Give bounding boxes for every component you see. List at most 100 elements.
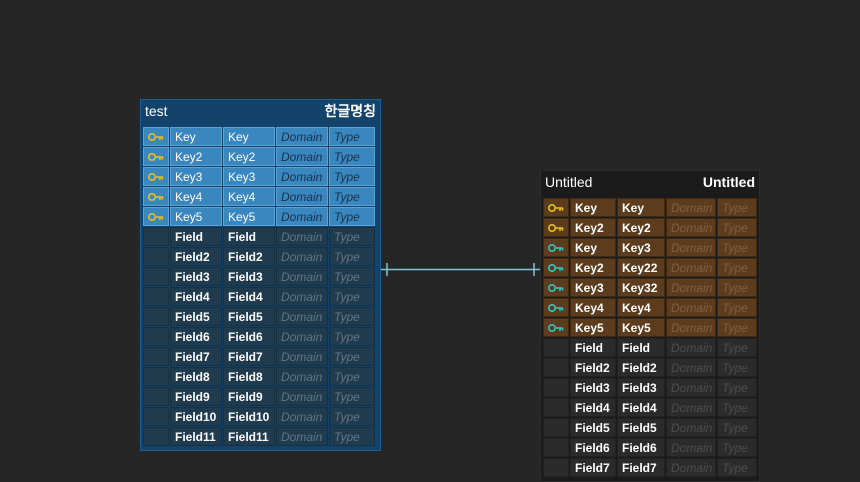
column-data-type[interactable]: Type	[329, 167, 375, 186]
column-data-type[interactable]: Type	[329, 247, 375, 266]
column-domain[interactable]: Domain	[276, 327, 328, 346]
column-domain[interactable]: Domain	[666, 398, 716, 417]
column-row[interactable]: Field8 Field8 Domain Type	[143, 367, 378, 387]
column-row[interactable]: Field2 Field2 Domain Type	[543, 358, 757, 378]
column-physical-name[interactable]: Field4	[223, 287, 275, 306]
column-row[interactable]: Field7 Field7 Domain Type	[543, 458, 757, 478]
column-physical-name[interactable]: Field5	[617, 418, 665, 437]
column-data-type[interactable]: Type	[329, 347, 375, 366]
column-physical-name[interactable]: Field3	[223, 267, 275, 286]
column-physical-name[interactable]: Key	[617, 198, 665, 217]
primary-key-row[interactable]: Key Key3 Domain Type	[543, 238, 757, 258]
table-header[interactable]: test 한글명칭	[141, 100, 380, 122]
column-data-type[interactable]: Type	[717, 418, 757, 437]
column-domain[interactable]: Domain	[666, 318, 716, 337]
column-physical-name[interactable]: Field4	[617, 398, 665, 417]
column-logical-name[interactable]: Field3	[570, 378, 616, 397]
column-logical-name[interactable]: Field8	[170, 367, 222, 386]
column-data-type[interactable]: Type	[329, 427, 375, 446]
column-physical-name[interactable]: Field	[617, 338, 665, 357]
column-logical-name[interactable]: Field6	[170, 327, 222, 346]
column-physical-name[interactable]: Key4	[617, 298, 665, 317]
column-logical-name[interactable]: Field5	[170, 307, 222, 326]
column-logical-name[interactable]: Field3	[170, 267, 222, 286]
column-physical-name[interactable]: Field	[223, 227, 275, 246]
column-row[interactable]: Field5 Field5 Domain Type	[543, 418, 757, 438]
column-domain[interactable]: Domain	[276, 407, 328, 426]
column-physical-name[interactable]: Field7	[223, 347, 275, 366]
column-physical-name[interactable]: Field8	[223, 367, 275, 386]
column-data-type[interactable]: Type	[329, 147, 375, 166]
column-physical-name[interactable]: Key2	[617, 218, 665, 237]
column-data-type[interactable]: Type	[717, 398, 757, 417]
column-physical-name[interactable]: Field10	[223, 407, 275, 426]
column-data-type[interactable]: Type	[717, 338, 757, 357]
column-domain[interactable]: Domain	[276, 307, 328, 326]
column-domain[interactable]: Domain	[276, 427, 328, 446]
column-logical-name[interactable]: Field4	[570, 398, 616, 417]
column-data-type[interactable]: Type	[717, 298, 757, 317]
column-logical-name[interactable]: Key3	[570, 278, 616, 297]
column-logical-name[interactable]: Field4	[170, 287, 222, 306]
column-domain[interactable]: Domain	[666, 438, 716, 457]
column-domain[interactable]: Domain	[276, 347, 328, 366]
column-physical-name[interactable]: Key3	[617, 238, 665, 257]
column-domain[interactable]: Domain	[276, 127, 328, 146]
column-physical-name[interactable]: Field9	[223, 387, 275, 406]
column-logical-name[interactable]: Field2	[170, 247, 222, 266]
column-domain[interactable]: Domain	[666, 218, 716, 237]
column-domain[interactable]: Domain	[666, 458, 716, 477]
column-domain[interactable]: Domain	[276, 167, 328, 186]
column-row[interactable]: Field Field Domain Type	[543, 338, 757, 358]
column-row[interactable]: Field6 Field6 Domain Type	[143, 327, 378, 347]
column-data-type[interactable]: Type	[717, 258, 757, 277]
column-logical-name[interactable]: Field5	[570, 418, 616, 437]
column-data-type[interactable]: Type	[717, 358, 757, 377]
column-physical-name[interactable]: Key32	[617, 278, 665, 297]
column-domain[interactable]: Domain	[666, 358, 716, 377]
column-domain[interactable]: Domain	[666, 238, 716, 257]
column-physical-name[interactable]: Key5	[617, 318, 665, 337]
primary-key-row[interactable]: Key Key Domain Type	[543, 198, 757, 218]
column-row[interactable]: Field3 Field3 Domain Type	[143, 267, 378, 287]
column-physical-name[interactable]: Key4	[223, 187, 275, 206]
column-domain[interactable]: Domain	[666, 258, 716, 277]
primary-key-row[interactable]: Key2 Key2 Domain Type	[543, 218, 757, 238]
column-physical-name[interactable]: Field6	[223, 327, 275, 346]
primary-key-row[interactable]: Key5 Key5 Domain Type	[543, 318, 757, 338]
column-data-type[interactable]: Type	[329, 287, 375, 306]
column-logical-name[interactable]: Field6	[570, 438, 616, 457]
column-physical-name[interactable]: Key2	[223, 147, 275, 166]
column-physical-name[interactable]: Field5	[223, 307, 275, 326]
column-row[interactable]: Field5 Field5 Domain Type	[143, 307, 378, 327]
column-logical-name[interactable]: Key5	[570, 318, 616, 337]
column-domain[interactable]: Domain	[276, 287, 328, 306]
column-physical-name[interactable]: Key5	[223, 207, 275, 226]
column-domain[interactable]: Domain	[666, 198, 716, 217]
column-row[interactable]: Field6 Field6 Domain Type	[543, 438, 757, 458]
column-domain[interactable]: Domain	[276, 227, 328, 246]
column-logical-name[interactable]: Key4	[170, 187, 222, 206]
primary-key-row[interactable]: Key2 Key22 Domain Type	[543, 258, 757, 278]
column-data-type[interactable]: Type	[329, 267, 375, 286]
column-logical-name[interactable]: Field9	[170, 387, 222, 406]
column-physical-name[interactable]: Field11	[223, 427, 275, 446]
primary-key-row[interactable]: Key4 Key4 Domain Type	[543, 298, 757, 318]
column-data-type[interactable]: Type	[329, 327, 375, 346]
column-row[interactable]: Field Field Domain Type	[143, 227, 378, 247]
column-logical-name[interactable]: Field10	[170, 407, 222, 426]
column-data-type[interactable]: Type	[329, 367, 375, 386]
column-domain[interactable]: Domain	[276, 147, 328, 166]
column-row[interactable]: Field4 Field4 Domain Type	[143, 287, 378, 307]
column-data-type[interactable]: Type	[329, 207, 375, 226]
column-logical-name[interactable]: Field2	[570, 358, 616, 377]
primary-key-row[interactable]: Key5 Key5 Domain Type	[143, 207, 378, 227]
primary-key-row[interactable]: Key Key Domain Type	[143, 127, 378, 147]
column-data-type[interactable]: Type	[717, 438, 757, 457]
column-data-type[interactable]: Type	[329, 127, 375, 146]
column-logical-name[interactable]: Field	[170, 227, 222, 246]
column-domain[interactable]: Domain	[666, 378, 716, 397]
erd-canvas[interactable]: test 한글명칭 Key Key Domain Type Key2 Key2 Domain…	[0, 0, 860, 482]
column-data-type[interactable]: Type	[329, 407, 375, 426]
column-physical-name[interactable]: Field3	[617, 378, 665, 397]
